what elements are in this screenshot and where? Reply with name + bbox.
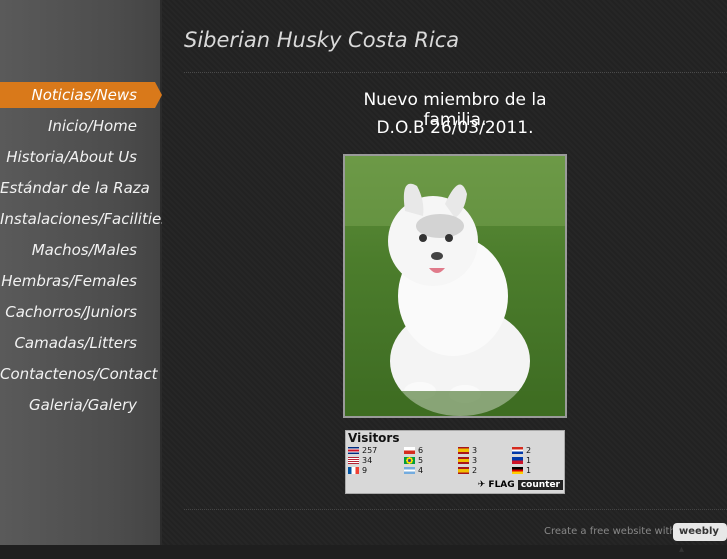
- spain-flag-icon: [458, 457, 469, 464]
- puppy-photo[interactable]: [343, 154, 567, 418]
- nav-item-machos[interactable]: Machos/Males: [0, 237, 155, 268]
- spain-flag-icon: [458, 447, 469, 454]
- site-title[interactable]: Siberian Husky Costa Rica: [184, 28, 459, 52]
- counter-cell: 9: [348, 466, 367, 476]
- counter-cell: 5: [404, 456, 423, 466]
- counter-title: Visitors: [348, 431, 400, 445]
- paraguay-flag-icon: [512, 447, 523, 454]
- counter-cell: 3: [458, 446, 477, 456]
- costa-rica-flag-icon: [348, 447, 359, 454]
- brazil-flag-icon: [404, 457, 415, 464]
- nav-item-estandar[interactable]: Estándar de la Raza: [0, 175, 155, 206]
- main-content: Siberian Husky Costa Rica Nuevo miembro …: [162, 0, 727, 555]
- flag-counter-widget[interactable]: Visitors 257 34 9 6 5 4 3 3 2 2 1 1 ✈ FL…: [345, 430, 565, 494]
- nav-item-galeria[interactable]: Galeria/Galery: [0, 392, 155, 423]
- counter-cell: 34: [348, 456, 372, 466]
- spain-flag-icon: [458, 467, 469, 474]
- plane-icon: ✈: [477, 480, 489, 490]
- france-flag-icon: [348, 467, 359, 474]
- sidebar: Noticias/News Inicio/Home Historia/About…: [0, 0, 169, 545]
- footer-text[interactable]: Create a free website with: [544, 526, 676, 537]
- argentina-flag-icon: [404, 467, 415, 474]
- weebly-badge[interactable]: weebly ▴: [673, 523, 727, 555]
- nav-item-camadas[interactable]: Camadas/Litters: [0, 330, 155, 361]
- main-nav: Noticias/News Inicio/Home Historia/About…: [0, 82, 169, 423]
- title-divider: [184, 72, 727, 73]
- nav-item-hembras[interactable]: Hembras/Females: [0, 268, 155, 299]
- nav-item-instalaciones[interactable]: Instalaciones/Facilities: [0, 206, 169, 237]
- counter-cell: 1: [512, 456, 531, 466]
- nav-item-inicio[interactable]: Inicio/Home: [0, 113, 155, 144]
- chevron-up-icon: ▴: [679, 544, 685, 555]
- counter-cell: 1: [512, 466, 531, 476]
- puppy-illustration: [345, 156, 565, 416]
- counter-cell: 2: [458, 466, 477, 476]
- counter-cell: 4: [404, 466, 423, 476]
- chile-flag-icon: [404, 447, 415, 454]
- post-date: D.O.B 26/03/2011.: [376, 118, 534, 138]
- counter-cell: 2: [512, 446, 531, 456]
- nav-item-historia[interactable]: Historia/About Us: [0, 144, 155, 175]
- nav-item-cachorros[interactable]: Cachorros/Juniors: [0, 299, 155, 330]
- counter-cell: 257: [348, 446, 377, 456]
- counter-cell: 6: [404, 446, 423, 456]
- counter-cell: 3: [458, 456, 477, 466]
- philippines-flag-icon: [512, 457, 523, 464]
- flag-counter-logo[interactable]: ✈ FLAG counter: [478, 480, 563, 492]
- footer-divider: [184, 509, 727, 510]
- nav-item-noticias[interactable]: Noticias/News: [0, 82, 162, 108]
- germany-flag-icon: [512, 467, 523, 474]
- nav-item-contactenos[interactable]: Contactenos/Contact: [0, 361, 158, 392]
- united-states-flag-icon: [348, 457, 359, 464]
